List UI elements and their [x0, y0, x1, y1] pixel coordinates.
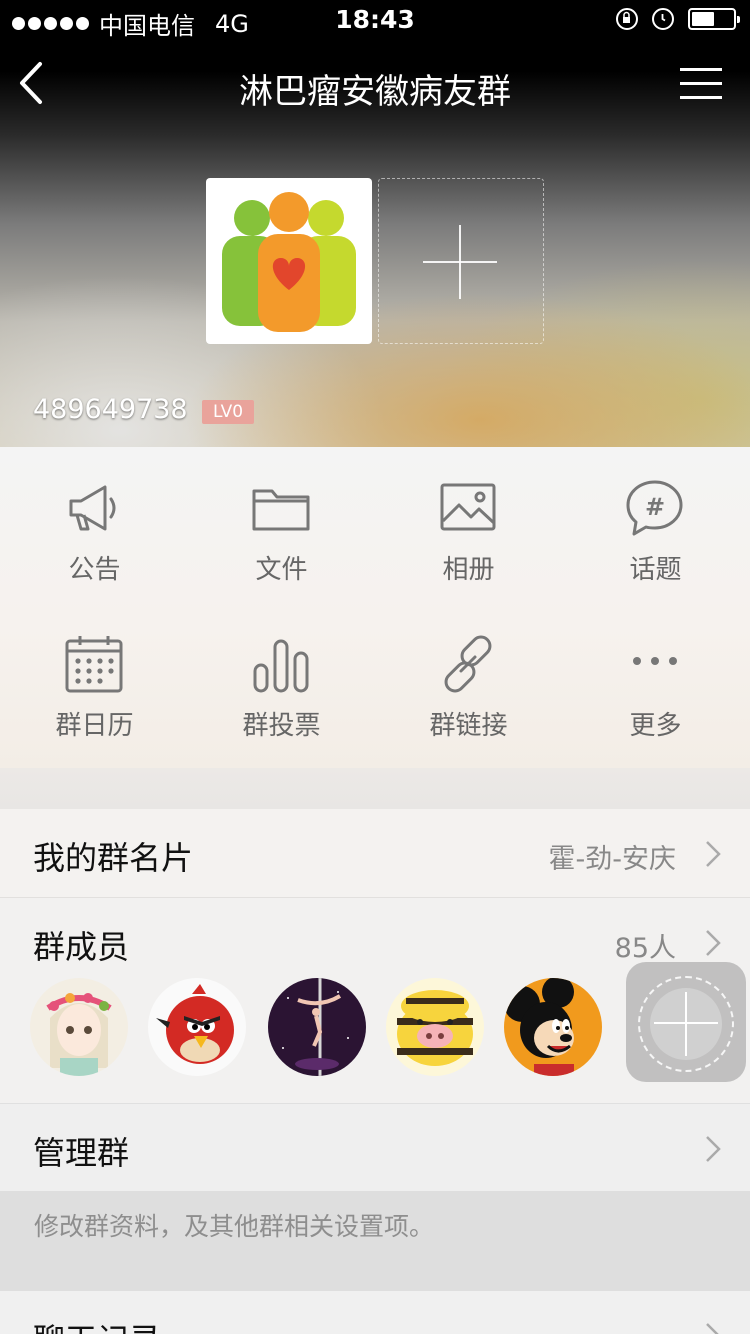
- member-avatar[interactable]: [386, 978, 484, 1076]
- flower-girl-avatar-icon: [30, 978, 128, 1076]
- function-topics[interactable]: # 话题: [562, 447, 749, 597]
- function-album[interactable]: 相册: [375, 447, 562, 597]
- row-title: 群成员: [33, 928, 130, 966]
- function-vote[interactable]: 群投票: [188, 603, 375, 753]
- manage-group-description: 修改群资料，及其他群相关设置项。: [0, 1191, 750, 1291]
- folder-icon: [252, 489, 310, 531]
- function-files[interactable]: 文件: [188, 447, 375, 597]
- function-label: 群投票: [242, 711, 321, 741]
- function-label: 公告: [68, 555, 121, 585]
- row-title: 聊天记录: [33, 1315, 161, 1334]
- my-group-card-row[interactable]: 我的群名片 霍-劲-安庆: [0, 809, 750, 897]
- add-member-button[interactable]: [626, 962, 746, 1082]
- member-count: 85人: [614, 933, 676, 964]
- menu-button[interactable]: [680, 66, 724, 102]
- more-icon: [633, 657, 677, 665]
- chevron-right-icon: [706, 841, 721, 867]
- function-label: 群日历: [55, 711, 134, 741]
- add-group-photo-button[interactable]: [378, 178, 544, 344]
- function-label: 群链接: [429, 711, 508, 741]
- patient-community-logo-icon: [222, 192, 356, 332]
- menu-line: [680, 82, 722, 85]
- navigation-bar: 淋巴瘤安徽病友群: [0, 40, 750, 130]
- function-grid: 公告 文件 相册 # 话题 群日历 群投票 群链接 更多: [0, 447, 750, 768]
- function-label: 相册: [442, 555, 495, 585]
- row-title: 我的群名片: [33, 839, 194, 877]
- function-calendar[interactable]: 群日历: [1, 603, 188, 753]
- group-nickname-value: 霍-劲-安庆: [548, 844, 677, 875]
- function-label: 文件: [255, 555, 308, 585]
- chevron-right-icon: [706, 930, 721, 956]
- group-id: 489649738: [33, 394, 188, 425]
- member-avatar[interactable]: [148, 978, 246, 1076]
- section-divider: [0, 768, 750, 809]
- rotation-lock-icon: [616, 8, 638, 30]
- plus-icon-vertical: [685, 992, 687, 1056]
- member-avatar[interactable]: [268, 978, 366, 1076]
- status-bar: 中国电信 4G 18:43: [0, 0, 750, 40]
- chat-history-row[interactable]: 聊天记录: [0, 1291, 750, 1334]
- function-label: 话题: [629, 555, 682, 585]
- svg-text:#: #: [645, 493, 665, 521]
- page-title: 淋巴瘤安徽病友群: [239, 72, 511, 112]
- function-label: 更多: [629, 711, 682, 741]
- alarm-icon: [652, 8, 674, 30]
- plus-icon-vertical: [459, 225, 461, 299]
- hashtag-icon: #: [626, 480, 683, 536]
- link-icon: [444, 635, 492, 693]
- group-header: 中国电信 4G 18:43 淋巴瘤安徽病友群 489649738 LV0: [0, 0, 750, 447]
- function-announcement[interactable]: 公告: [1, 447, 188, 597]
- vote-icon: [253, 639, 309, 693]
- menu-line: [680, 68, 722, 71]
- chevron-right-icon: [706, 1323, 719, 1334]
- pole-dancer-avatar-icon: [268, 978, 366, 1076]
- calendar-icon: [65, 636, 123, 693]
- chevron-right-icon: [706, 1136, 721, 1162]
- battery-icon: [688, 8, 740, 30]
- status-right: [616, 8, 740, 30]
- member-avatar[interactable]: [504, 978, 602, 1076]
- angry-bird-avatar-icon: [148, 978, 246, 1076]
- menu-line: [680, 96, 722, 99]
- megaphone-icon: [69, 485, 116, 531]
- manage-group-row[interactable]: 管理群: [0, 1103, 750, 1191]
- mickey-avatar-icon: [504, 978, 602, 1076]
- group-avatar[interactable]: [206, 178, 372, 344]
- function-link[interactable]: 群链接: [375, 603, 562, 753]
- bee-pig-avatar-icon: [386, 978, 484, 1076]
- function-more[interactable]: 更多: [562, 603, 749, 753]
- row-title: 管理群: [33, 1134, 130, 1172]
- photo-icon: [440, 483, 496, 531]
- member-avatar[interactable]: [30, 978, 128, 1076]
- level-badge: LV0: [202, 400, 255, 424]
